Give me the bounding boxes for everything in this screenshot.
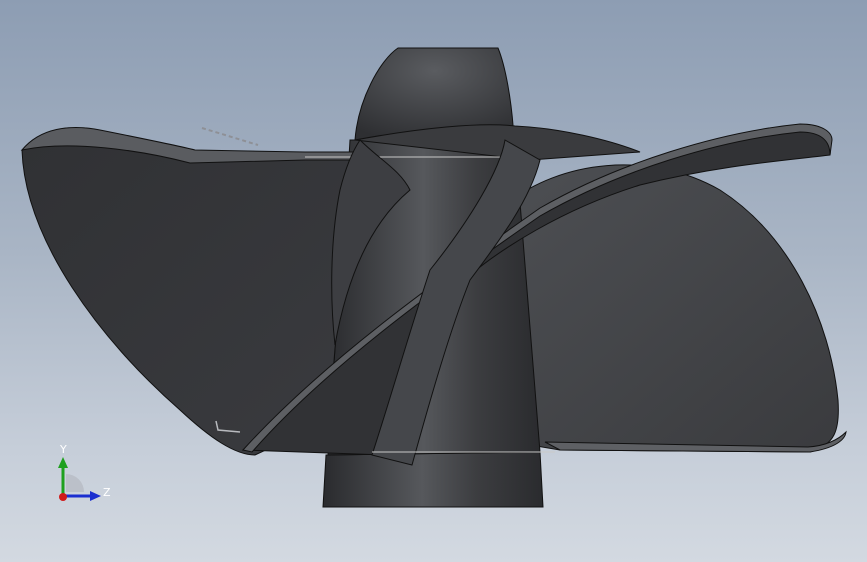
hub-bottom xyxy=(322,451,544,508)
axis-z-label: Z xyxy=(103,486,111,499)
axis-y-label: Y xyxy=(60,443,67,456)
graphics-viewport[interactable]: Y Z xyxy=(0,0,867,562)
propeller-model[interactable] xyxy=(0,0,867,562)
engraving-top xyxy=(201,127,259,146)
